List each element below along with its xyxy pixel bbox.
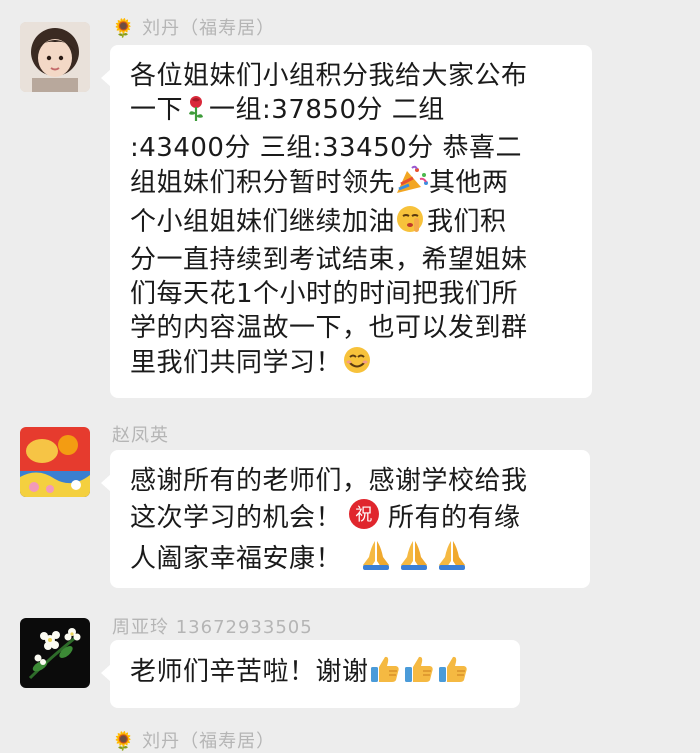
message-bubble[interactable]: 各位姐妹们小组积分我给大家公布 一下 一组:37850分 二组 :43400分 三… (101, 45, 592, 398)
message-line: :43400分 三组:33450分 恭喜二 (130, 131, 572, 165)
thumbs-up-icon (437, 654, 469, 693)
sender-name: 周亚玲 13672933505 (112, 617, 313, 638)
text-run: 学的内容温故一下，也可以发到群 (130, 313, 528, 343)
avatar[interactable] (20, 22, 90, 92)
text-run: 所有的有缘 (388, 503, 521, 533)
congratulations-badge-icon: 祝 (348, 498, 380, 539)
text-run: 里我们共同学习！ (130, 348, 343, 378)
thumbs-up-icon (369, 654, 401, 693)
text-run: 这次学习的机会！ (130, 503, 343, 533)
text-run: 人阖家幸福安康！ (130, 544, 343, 574)
sender-name: 赵凤英 (112, 425, 169, 446)
text-run: 一组:37850分 二组 (209, 95, 445, 125)
text-run: 个小组姐妹们继续加油 (130, 207, 396, 237)
message-line: 组姐妹们积分暂时领先 其他两 (130, 165, 572, 204)
message-line: 各位姐妹们小组积分我给大家公布 (130, 59, 572, 93)
message-bubble[interactable]: 感谢所有的老师们，感谢学校给我 这次学习的机会！ 祝所有的有缘 人阖家幸福安康！ (101, 450, 590, 588)
badge-char: 祝 (355, 505, 373, 525)
message-line: 们每天花1个小时的时间把我们所 (130, 277, 572, 311)
smiling-face-icon (342, 345, 372, 384)
message-line: 老师们辛苦啦！谢谢 (130, 654, 500, 693)
text-run: :43400分 三组:33450分 恭喜二 (130, 133, 522, 163)
praying-hands-icon (435, 539, 469, 580)
message-line: 个小组姐妹们继续加油 我们积 (130, 204, 572, 243)
rose-icon (183, 94, 209, 131)
sender-name: 🌻 刘丹（福寿居） (112, 731, 276, 752)
text-run: 分一直持续到考试结束，希望姐妹 (130, 245, 528, 275)
shushing-face-icon (395, 204, 427, 243)
text-run: 组姐妹们积分暂时领先 (130, 168, 396, 198)
avatar[interactable] (20, 427, 90, 497)
text-run: 老师们辛苦啦！谢谢 (130, 657, 369, 687)
message-line: 人阖家幸福安康！ (130, 539, 570, 580)
message-line: 这次学习的机会！ 祝所有的有缘 (130, 498, 570, 539)
text-run: 一下 (130, 95, 184, 125)
thumbs-up-icon (403, 654, 435, 693)
praying-hands-icon (359, 539, 393, 580)
text-run: 各位姐妹们小组积分我给大家公布 (130, 61, 528, 91)
message-line: 里我们共同学习！ (130, 345, 572, 384)
message-line: 一下 一组:37850分 二组 (130, 93, 572, 131)
text-run: 们每天花1个小时的时间把我们所 (130, 279, 519, 309)
text-run: 感谢所有的老师们，感谢学校给我 (130, 466, 528, 496)
message-line: 感谢所有的老师们，感谢学校给我 (130, 464, 570, 498)
message-bubble[interactable]: 老师们辛苦啦！谢谢 (101, 640, 520, 708)
text-run: 其他两 (429, 168, 509, 198)
praying-hands-icon (397, 539, 431, 580)
message-line: 分一直持续到考试结束，希望姐妹 (130, 243, 572, 277)
avatar[interactable] (20, 618, 90, 688)
text-run: 我们积 (427, 207, 507, 237)
sender-name: 🌻 刘丹（福寿居） (112, 18, 276, 39)
party-popper-icon (395, 165, 429, 204)
message-line: 学的内容温故一下，也可以发到群 (130, 311, 572, 345)
